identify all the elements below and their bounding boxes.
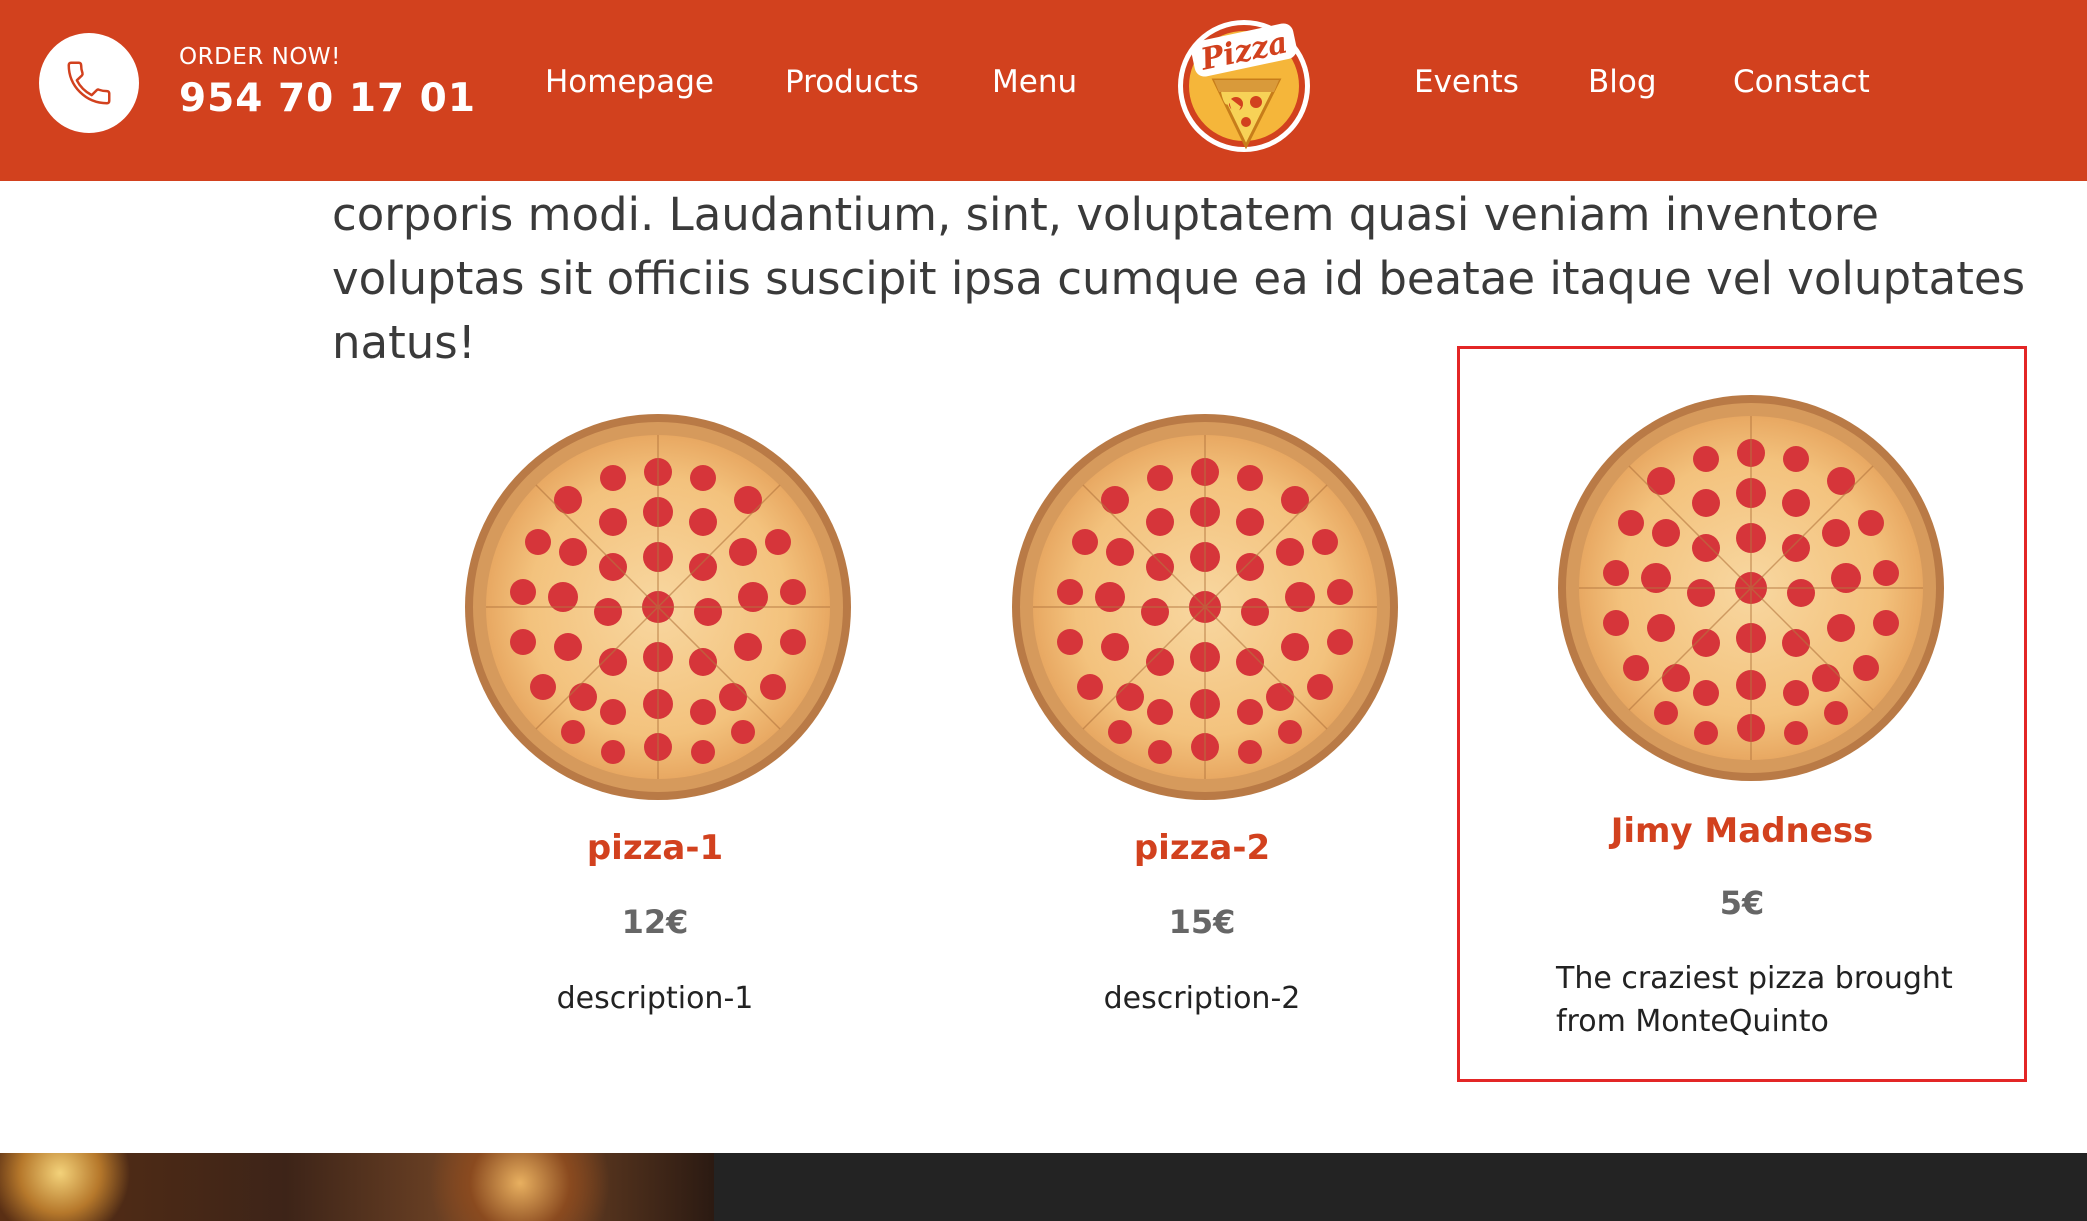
product-price: 12€ bbox=[621, 903, 689, 941]
product-price: 15€ bbox=[1168, 903, 1236, 941]
pizza-image bbox=[464, 413, 852, 801]
product-description: description-1 bbox=[556, 981, 754, 1016]
product-card-1[interactable]: pizza-1 12€ description-1 bbox=[464, 405, 852, 1045]
product-description: description-2 bbox=[1103, 981, 1301, 1016]
product-description: The craziest pizza brought from MonteQui… bbox=[1556, 961, 1953, 1039]
order-phone-number[interactable]: 954 70 17 01 bbox=[179, 76, 476, 121]
order-now-label: ORDER NOW! bbox=[179, 44, 341, 70]
nav-events[interactable]: Events bbox=[1414, 64, 1519, 100]
pizza-image bbox=[1011, 413, 1399, 801]
nav-contact[interactable]: Constact bbox=[1733, 64, 1870, 100]
pizza-image bbox=[1557, 394, 1945, 782]
nav-homepage[interactable]: Homepage bbox=[545, 64, 714, 100]
nav-menu[interactable]: Menu bbox=[992, 64, 1077, 100]
footer-dark-panel bbox=[714, 1153, 2087, 1221]
site-header: ORDER NOW! 954 70 17 01 Homepage Product… bbox=[0, 0, 2087, 181]
phone-button[interactable] bbox=[39, 33, 139, 133]
product-card-3[interactable]: Jimy Madness 5€ The craziest pizza broug… bbox=[1457, 346, 2027, 1082]
product-price: 5€ bbox=[1719, 884, 1765, 922]
footer-image bbox=[0, 1153, 714, 1221]
product-title: pizza-1 bbox=[586, 828, 724, 868]
pizza-logo[interactable]: Pizza bbox=[1174, 8, 1314, 156]
phone-icon bbox=[67, 61, 111, 105]
nav-blog[interactable]: Blog bbox=[1588, 64, 1657, 100]
product-card-2[interactable]: pizza-2 15€ description-2 bbox=[1011, 405, 1399, 1045]
nav-products[interactable]: Products bbox=[785, 64, 919, 100]
product-title: Jimy Madness bbox=[1610, 811, 1874, 851]
product-title: pizza-2 bbox=[1133, 828, 1271, 868]
